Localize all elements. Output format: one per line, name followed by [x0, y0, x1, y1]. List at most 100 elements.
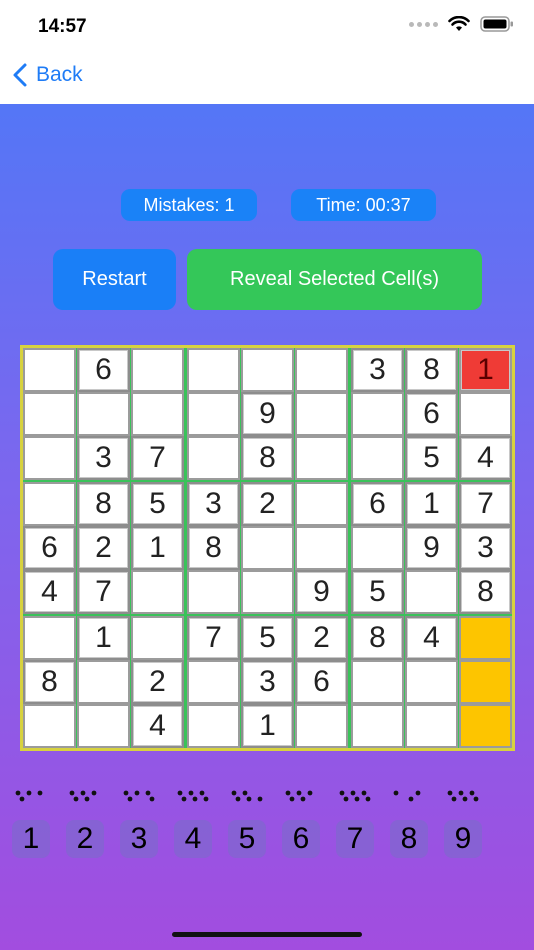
sudoku-cell[interactable]	[187, 570, 240, 614]
sudoku-cell[interactable]: 1	[405, 482, 458, 526]
sudoku-cell[interactable]	[187, 436, 240, 480]
sudoku-cell[interactable]: 1	[131, 526, 184, 570]
sudoku-cell[interactable]: 3	[187, 482, 240, 526]
sudoku-cell[interactable]: 6	[295, 660, 348, 704]
number-key-8[interactable]: 8	[388, 786, 428, 862]
sudoku-cell[interactable]	[131, 616, 184, 660]
sudoku-cell[interactable]	[23, 392, 76, 436]
sudoku-cell[interactable]: 4	[23, 570, 76, 614]
back-button[interactable]: Back	[12, 62, 83, 88]
sudoku-cell[interactable]	[459, 660, 512, 704]
sudoku-cell[interactable]: 8	[77, 482, 130, 526]
sudoku-cell[interactable]	[241, 526, 294, 570]
sudoku-cell[interactable]	[23, 436, 76, 480]
sudoku-cell[interactable]: 1	[241, 704, 294, 748]
sudoku-cell[interactable]	[351, 392, 404, 436]
sudoku-cell[interactable]	[131, 570, 184, 614]
sudoku-cell[interactable]: 6	[351, 482, 404, 526]
sudoku-cell[interactable]	[187, 704, 240, 748]
number-key-label: 5	[228, 820, 266, 858]
sudoku-cell[interactable]	[295, 482, 348, 526]
restart-button[interactable]: Restart	[53, 249, 176, 310]
sudoku-cell[interactable]: 2	[131, 660, 184, 704]
sudoku-cell[interactable]: 6	[405, 392, 458, 436]
sudoku-cell[interactable]: 7	[187, 616, 240, 660]
sudoku-cell[interactable]: 6	[23, 526, 76, 570]
sudoku-cell[interactable]: 3	[351, 348, 404, 392]
sudoku-cell[interactable]: 5	[131, 482, 184, 526]
sudoku-cell[interactable]	[131, 392, 184, 436]
sudoku-cell[interactable]	[405, 570, 458, 614]
number-key-1[interactable]: 1	[10, 786, 50, 862]
sudoku-cell[interactable]: 7	[131, 436, 184, 480]
sudoku-cell[interactable]: 6	[77, 348, 130, 392]
sudoku-cell[interactable]: 7	[77, 570, 130, 614]
sudoku-cell[interactable]: 1	[459, 348, 512, 392]
sudoku-cell[interactable]	[77, 392, 130, 436]
sudoku-cell[interactable]	[295, 526, 348, 570]
sudoku-cell[interactable]	[459, 392, 512, 436]
sudoku-cell[interactable]: 9	[405, 526, 458, 570]
sudoku-cell[interactable]	[459, 704, 512, 748]
number-key-label: 6	[282, 820, 320, 858]
sudoku-cell[interactable]: 4	[459, 436, 512, 480]
sudoku-cell[interactable]	[77, 660, 130, 704]
sudoku-cell[interactable]: 4	[405, 616, 458, 660]
sudoku-cell[interactable]	[241, 348, 294, 392]
sudoku-cell[interactable]: 8	[351, 616, 404, 660]
sudoku-cell[interactable]	[351, 526, 404, 570]
reveal-selected-cells-button[interactable]: Reveal Selected Cell(s)	[187, 249, 482, 310]
sudoku-cell[interactable]: 5	[351, 570, 404, 614]
sudoku-cell[interactable]	[351, 660, 404, 704]
sudoku-cell[interactable]: 2	[77, 526, 130, 570]
sudoku-cell[interactable]: 5	[241, 616, 294, 660]
number-key-4[interactable]: 4	[172, 786, 212, 862]
sudoku-cell[interactable]	[295, 348, 348, 392]
sudoku-cell[interactable]: 8	[241, 436, 294, 480]
sudoku-cell[interactable]: 4	[131, 704, 184, 748]
sudoku-cell[interactable]: 8	[405, 348, 458, 392]
sudoku-cell[interactable]	[351, 704, 404, 748]
chevron-left-icon	[13, 63, 27, 87]
sudoku-cell[interactable]	[405, 704, 458, 748]
number-key-3[interactable]: 3	[118, 786, 158, 862]
sudoku-cell[interactable]	[23, 616, 76, 660]
number-key-6[interactable]: 6	[280, 786, 320, 862]
sudoku-cell[interactable]	[241, 570, 294, 614]
sudoku-cell[interactable]: 9	[241, 392, 294, 436]
sudoku-cell[interactable]	[459, 616, 512, 660]
number-key-9[interactable]: 9	[442, 786, 482, 862]
sudoku-cell[interactable]	[131, 348, 184, 392]
number-key-7[interactable]: 7	[334, 786, 374, 862]
home-indicator	[172, 932, 362, 937]
sudoku-cell[interactable]: 9	[295, 570, 348, 614]
sudoku-cell[interactable]: 7	[459, 482, 512, 526]
sudoku-cell[interactable]	[405, 660, 458, 704]
back-label: Back	[36, 63, 83, 86]
sudoku-cell[interactable]: 8	[459, 570, 512, 614]
sudoku-cell[interactable]: 5	[405, 436, 458, 480]
sudoku-cell[interactable]	[295, 704, 348, 748]
braille-6-icon	[285, 790, 313, 802]
number-key-label: 7	[336, 820, 374, 858]
sudoku-cell[interactable]: 8	[23, 660, 76, 704]
sudoku-cell[interactable]: 3	[459, 526, 512, 570]
sudoku-cell[interactable]	[187, 660, 240, 704]
sudoku-cell[interactable]	[23, 482, 76, 526]
sudoku-cell[interactable]: 2	[295, 616, 348, 660]
number-key-2[interactable]: 2	[64, 786, 104, 862]
sudoku-cell[interactable]: 3	[241, 660, 294, 704]
sudoku-cell[interactable]	[23, 704, 76, 748]
sudoku-cell[interactable]: 8	[187, 526, 240, 570]
sudoku-cell[interactable]	[295, 436, 348, 480]
sudoku-cell[interactable]	[295, 392, 348, 436]
sudoku-cell[interactable]	[187, 348, 240, 392]
sudoku-cell[interactable]	[77, 704, 130, 748]
sudoku-cell[interactable]: 2	[241, 482, 294, 526]
sudoku-cell[interactable]	[351, 436, 404, 480]
sudoku-cell[interactable]	[23, 348, 76, 392]
number-key-5[interactable]: 5	[226, 786, 266, 862]
sudoku-cell[interactable]	[187, 392, 240, 436]
sudoku-cell[interactable]: 3	[77, 436, 130, 480]
sudoku-cell[interactable]: 1	[77, 616, 130, 660]
